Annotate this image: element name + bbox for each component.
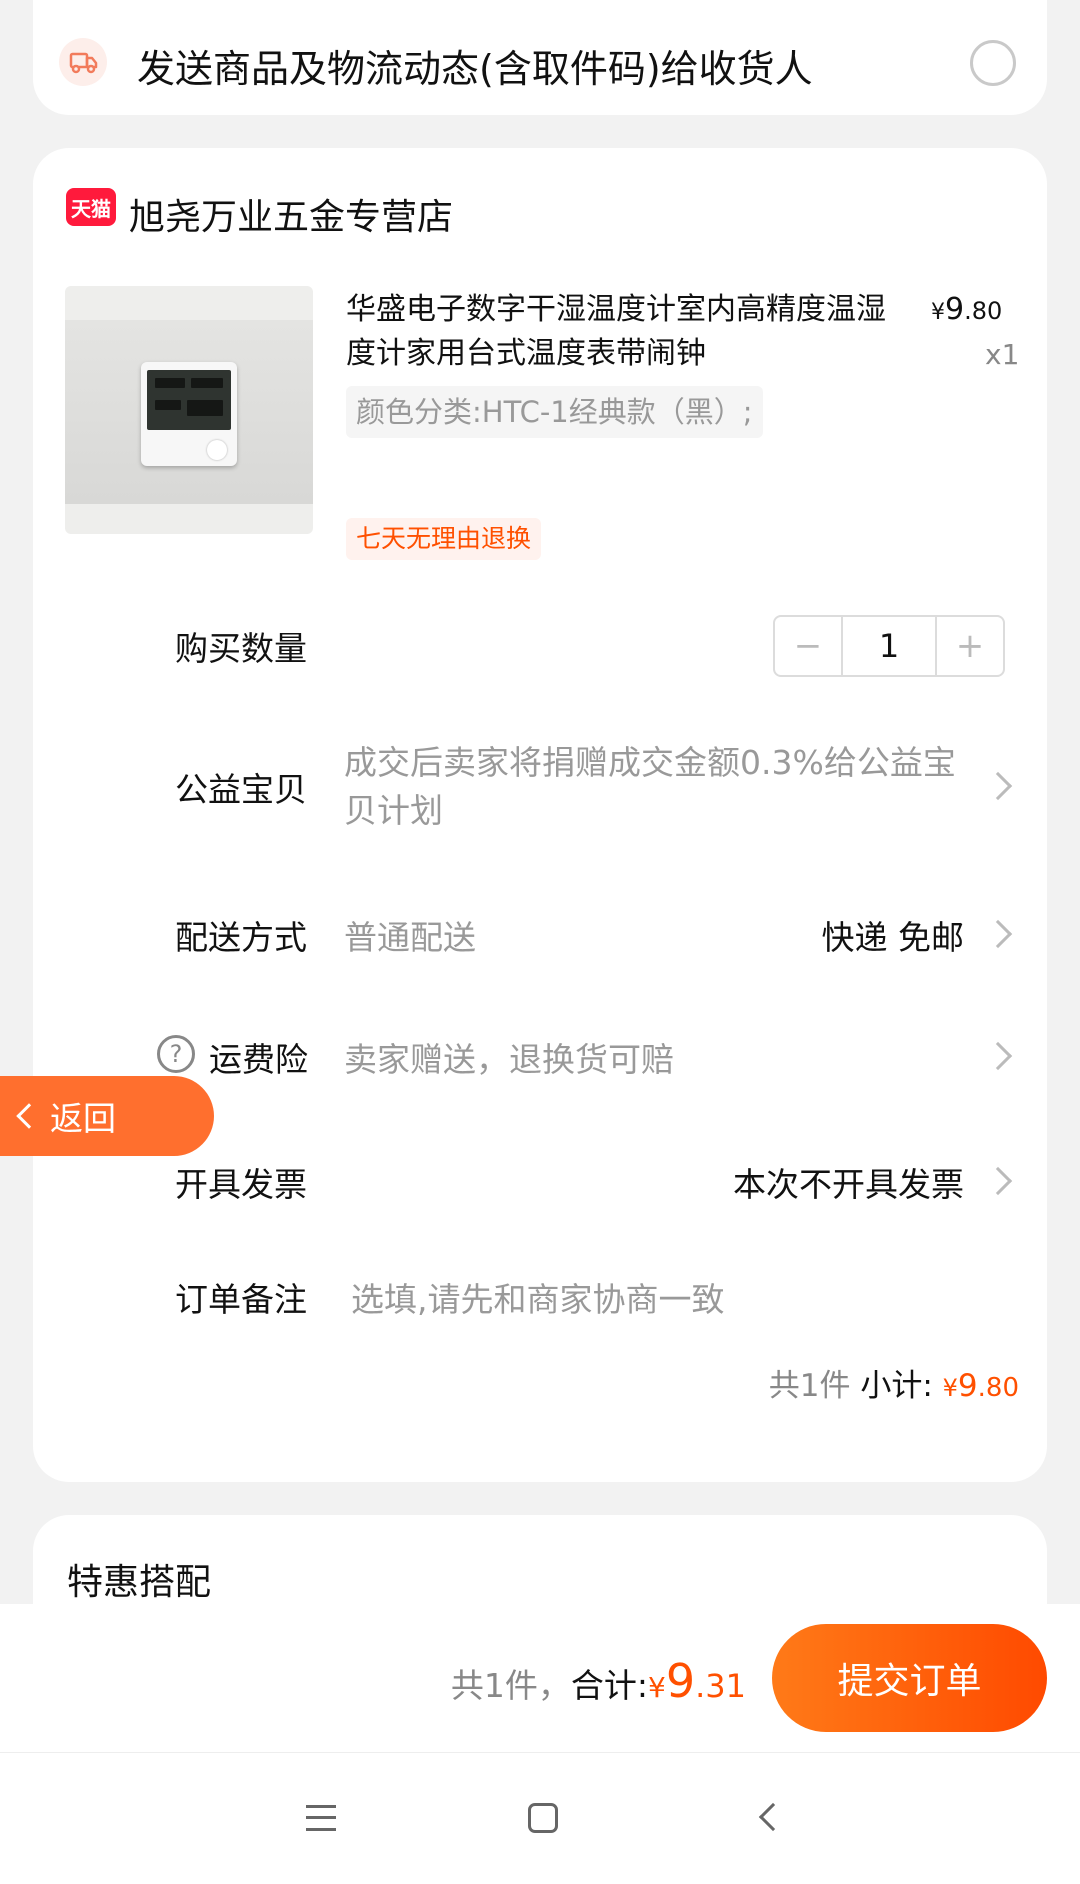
product-image[interactable] <box>65 286 313 534</box>
return-policy-badge: 七天无理由退换 <box>346 518 542 560</box>
insurance-label: 运费险 <box>209 1040 308 1079</box>
invoice-label: 开具发票 <box>175 1165 307 1204</box>
delivery-label: 配送方式 <box>175 918 307 957</box>
back-icon[interactable] <box>758 1802 788 1832</box>
delivery-method[interactable]: 普通配送 <box>344 911 476 959</box>
chevron-right-icon[interactable] <box>983 1166 1013 1196</box>
chevron-left-icon <box>16 1103 42 1129</box>
submit-order-button[interactable]: 提交订单 <box>772 1624 1047 1732</box>
help-icon[interactable]: ? <box>157 1035 195 1073</box>
quantity-minus-button[interactable]: − <box>775 617 841 675</box>
notify-card: 发送商品及物流动态(含取件码)给收货人 <box>33 0 1047 115</box>
home-icon[interactable] <box>528 1803 558 1833</box>
bargain-title: 特惠搭配 <box>67 1562 212 1603</box>
system-nav-bar <box>0 1752 1080 1884</box>
notify-consignee-label: 发送商品及物流动态(含取件码)给收货人 <box>137 47 813 91</box>
subtotal: 共1件 小计: ¥9.80 <box>768 1368 1019 1404</box>
quantity-plus-button[interactable]: + <box>937 617 1003 675</box>
menu-icon[interactable] <box>306 1805 336 1831</box>
remark-label: 订单备注 <box>175 1280 307 1319</box>
order-card: 天猫 旭尧万业五金专营店 华盛电子数字干湿温度计室内高精度温湿度计家用台式温度表… <box>33 148 1047 1482</box>
chevron-right-icon[interactable] <box>983 919 1013 949</box>
quantity-input[interactable]: 1 <box>841 617 937 675</box>
order-total: 共1件，合计:¥9.31 <box>450 1654 746 1708</box>
insurance-value[interactable]: 卖家赠送，退换货可赔 <box>344 1033 674 1081</box>
product-title[interactable]: 华盛电子数字干湿温度计室内高精度温湿度计家用台式温度表带闹钟 <box>346 288 906 376</box>
remark-input[interactable]: 选填,请先和商家协商一致 <box>351 1273 725 1321</box>
quantity-label: 购买数量 <box>175 629 307 668</box>
tmall-logo: 天猫 <box>66 188 116 226</box>
product-sku[interactable]: 颜色分类:HTC-1经典款（黑）; <box>346 386 763 438</box>
product-price: ¥9.80 <box>931 292 1003 327</box>
notify-consignee-radio[interactable] <box>970 40 1016 86</box>
product-quantity: x1 <box>985 338 1020 371</box>
back-button[interactable]: 返回 <box>0 1076 214 1156</box>
back-button-label: 返回 <box>50 1099 116 1138</box>
shop-name[interactable]: 旭尧万业五金专营店 <box>129 188 453 240</box>
charity-label: 公益宝贝 <box>175 770 307 809</box>
submit-bar: 共1件，合计:¥9.31 提交订单 <box>0 1604 1080 1752</box>
thermometer-device-image <box>141 362 237 466</box>
chevron-right-icon[interactable] <box>983 771 1013 801</box>
truck-icon <box>59 38 107 86</box>
chevron-right-icon[interactable] <box>983 1041 1013 1071</box>
charity-description[interactable]: 成交后卖家将捐赠成交金额0.3%给公益宝贝计划 <box>344 739 964 835</box>
delivery-fee[interactable]: 快递 免邮 <box>822 911 965 959</box>
quantity-stepper: − 1 + <box>773 615 1005 677</box>
invoice-value[interactable]: 本次不开具发票 <box>733 1158 964 1206</box>
